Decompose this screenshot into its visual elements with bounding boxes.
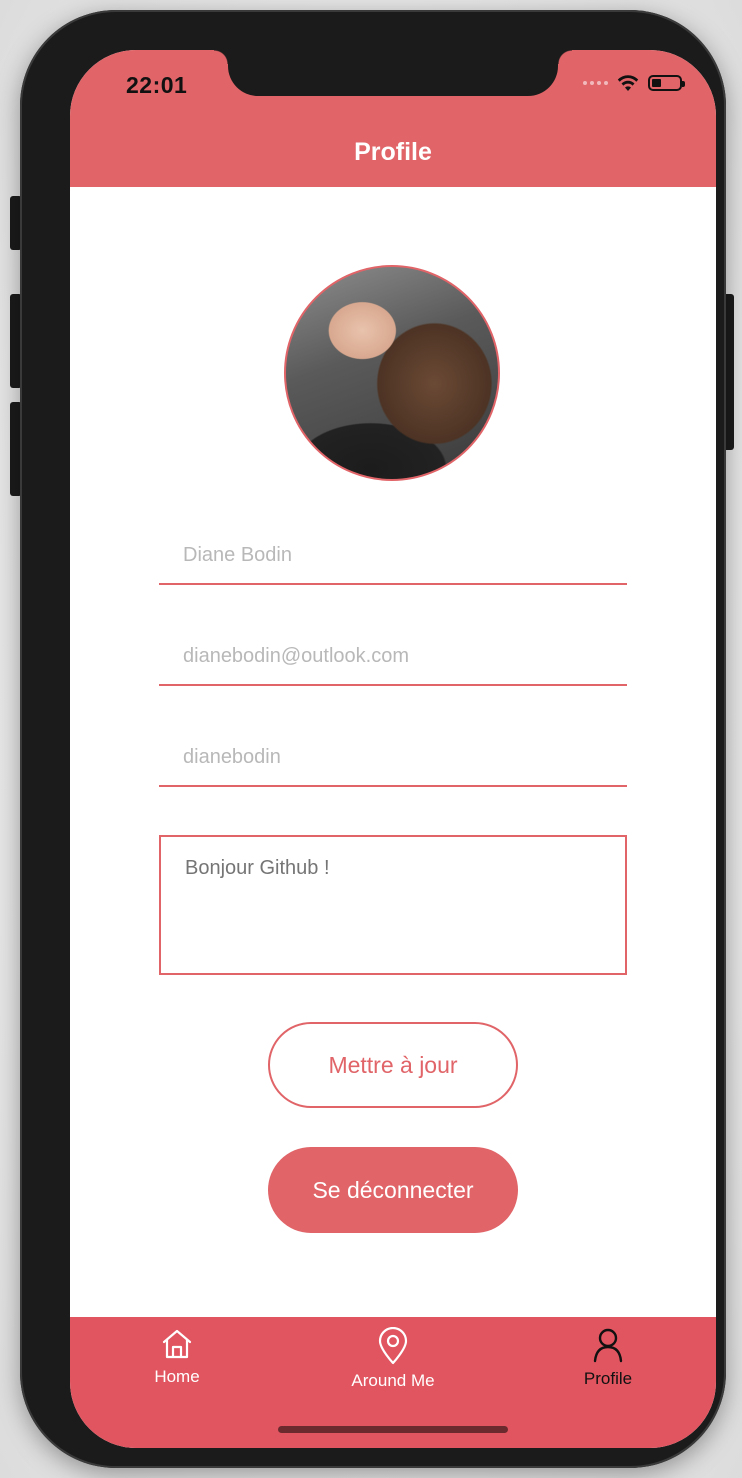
username-input[interactable]	[159, 729, 627, 787]
screenshot-stage: 22:01 Profile M	[0, 0, 742, 1478]
app-screen: 22:01 Profile M	[70, 50, 716, 1448]
update-button[interactable]: Mettre à jour	[268, 1022, 518, 1108]
wifi-icon	[617, 75, 639, 91]
device-notch	[214, 50, 572, 96]
bio-textarea[interactable]	[159, 835, 627, 975]
battery-icon	[648, 75, 685, 91]
home-indicator[interactable]	[278, 1426, 508, 1433]
home-icon	[162, 1329, 192, 1359]
logout-button[interactable]: Se déconnecter	[268, 1147, 518, 1233]
status-time: 22:01	[126, 72, 188, 98]
name-input[interactable]	[159, 527, 627, 585]
tab-home[interactable]: Home	[87, 1327, 267, 1387]
app-header: 22:01 Profile	[70, 50, 716, 187]
email-input[interactable]	[159, 628, 627, 686]
tab-profile[interactable]: Profile	[518, 1327, 698, 1389]
page-title: Profile	[354, 138, 432, 166]
tab-home-label: Home	[154, 1367, 200, 1386]
map-pin-icon	[378, 1327, 408, 1365]
status-icons	[583, 74, 685, 92]
user-icon	[593, 1328, 623, 1363]
tab-profile-label: Profile	[583, 1369, 633, 1388]
tab-around-me[interactable]: Around Me	[303, 1327, 483, 1391]
phone-frame: 22:01 Profile M	[20, 10, 726, 1468]
tab-around-me-label: Around Me	[351, 1371, 435, 1390]
avatar[interactable]	[284, 265, 500, 481]
cellular-dots-icon	[583, 81, 608, 85]
